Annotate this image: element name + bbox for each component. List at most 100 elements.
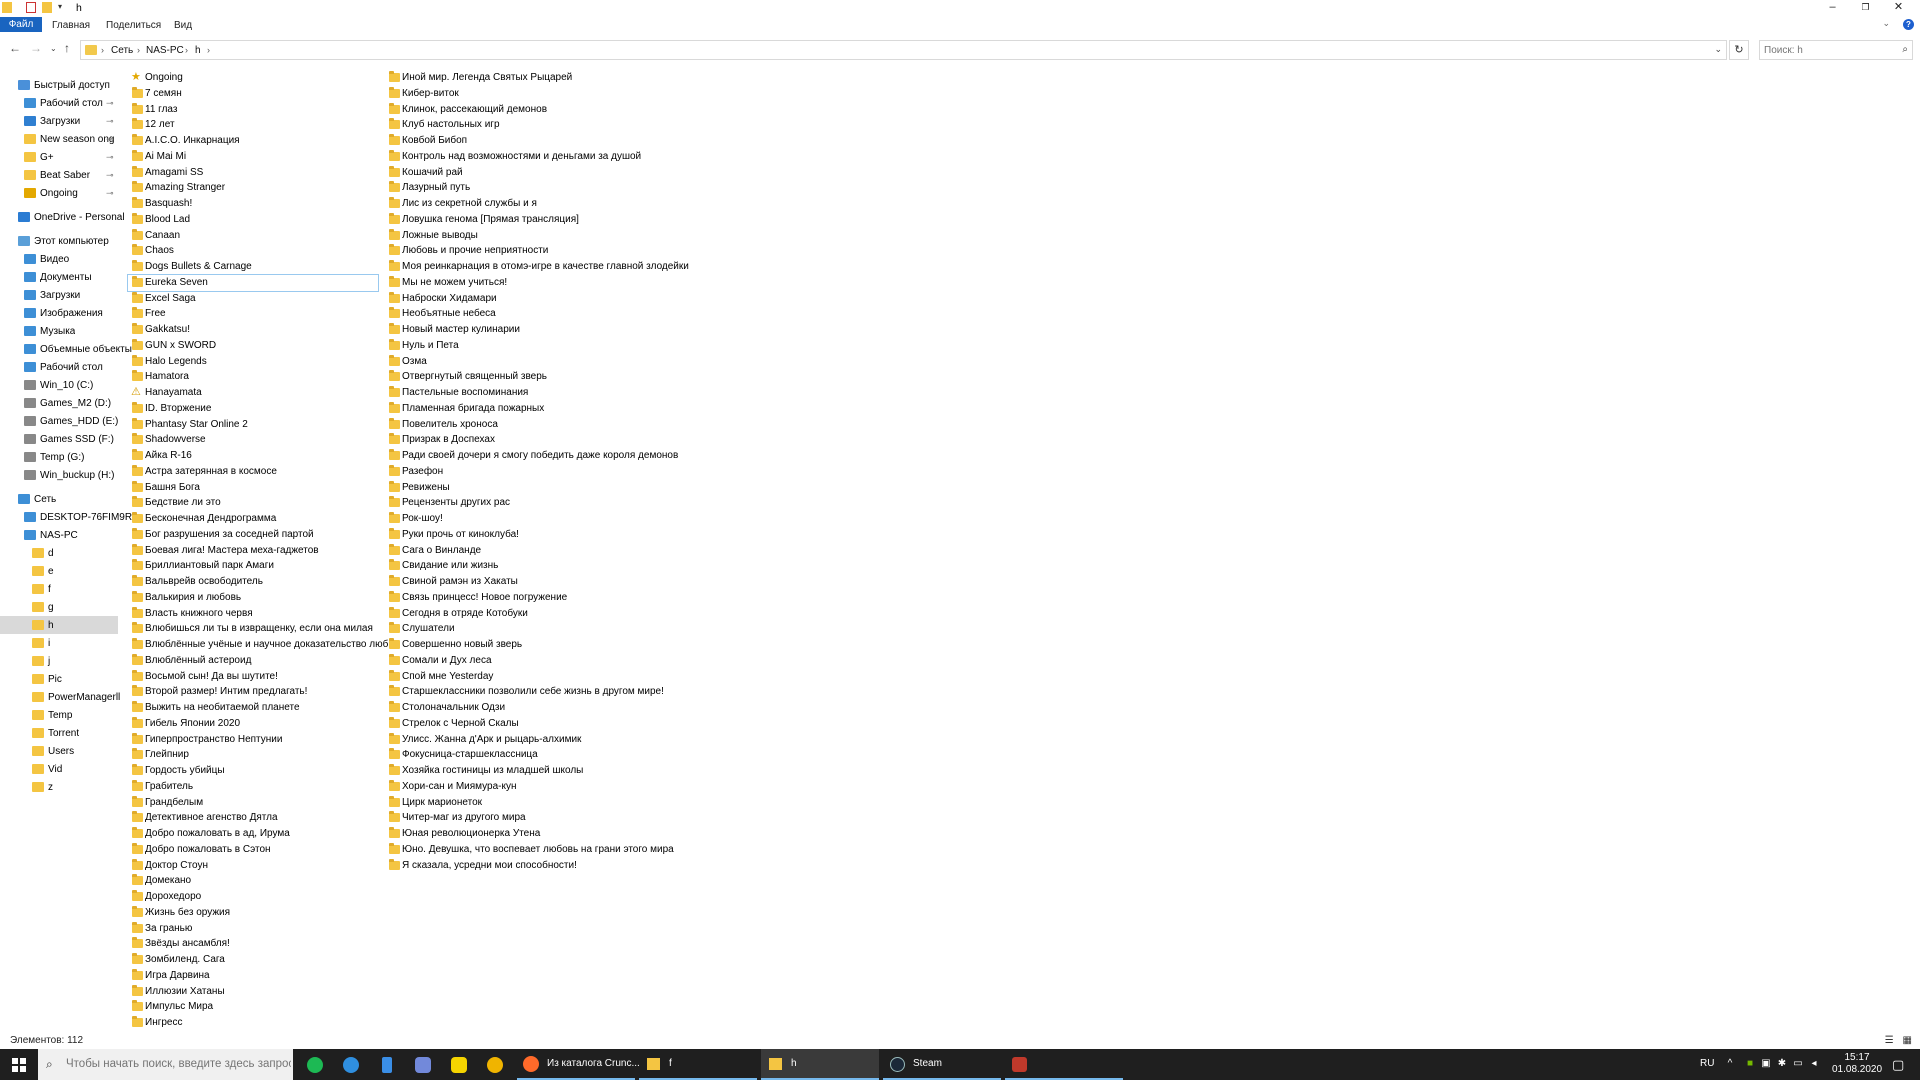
nav-quick-item[interactable]: Рабочий стол xyxy=(24,95,103,112)
search-box[interactable]: ⌕ xyxy=(1759,40,1913,60)
nav-quick-access[interactable]: Быстрый доступ xyxy=(18,77,110,94)
tray-chevron-up-icon[interactable]: ^ xyxy=(1724,1058,1736,1070)
properties-icon[interactable] xyxy=(26,2,36,13)
folder-item[interactable]: Зомбиленд. Сага xyxy=(128,952,399,968)
taskbar-window-h[interactable]: h xyxy=(761,1049,879,1080)
folder-item[interactable]: Юная революционерка Утена xyxy=(385,826,689,842)
folder-item[interactable]: Импульс Мира xyxy=(128,999,399,1015)
taskbar-window-firefox[interactable]: Из каталога Crunc... xyxy=(517,1049,640,1080)
folder-item[interactable]: Власть книжного червя xyxy=(128,606,399,622)
nav-this-pc[interactable]: Этот компьютер xyxy=(18,233,109,250)
nav-pc-item[interactable]: Games_M2 (D:) xyxy=(24,395,111,412)
folder-item[interactable]: Excel Saga xyxy=(128,291,399,307)
recent-locations-icon[interactable]: ⌄ xyxy=(50,44,57,53)
volume-icon[interactable]: ◂ xyxy=(1808,1058,1820,1070)
pin-icon[interactable]: ⊸ xyxy=(106,170,114,181)
folder-item[interactable]: Ai Mai Mi xyxy=(128,149,399,165)
folder-item[interactable]: Игра Дарвина xyxy=(128,968,399,984)
nav-nas-folder[interactable]: h xyxy=(32,617,54,634)
folder-item[interactable]: Хозяйка гостиницы из младшей школы xyxy=(385,763,689,779)
folder-item[interactable]: Я сказала, усредни мои способности! xyxy=(385,858,689,874)
nav-nas-folder[interactable]: g xyxy=(32,599,54,616)
help-icon[interactable]: ? xyxy=(1903,19,1914,30)
nav-pc-item[interactable]: Win_10 (C:) xyxy=(24,377,93,394)
folder-item[interactable]: Chaos xyxy=(128,243,399,259)
pin-icon[interactable]: ⊸ xyxy=(106,188,114,199)
folder-item[interactable]: ★ Ongoing xyxy=(128,70,399,86)
folder-item[interactable]: Лис из секретной службы и я xyxy=(385,196,689,212)
nav-network-item[interactable]: DESKTOP-76FIM9R xyxy=(24,509,132,526)
folder-item[interactable]: Влюблённый астероид xyxy=(128,653,399,669)
folder-item[interactable]: Сага о Винланде xyxy=(385,543,689,559)
folder-item[interactable]: Клуб настольных игр xyxy=(385,117,689,133)
folder-item[interactable]: Нуль и Пета xyxy=(385,338,689,354)
folder-item[interactable]: 7 семян xyxy=(128,86,399,102)
tab-share[interactable]: Поделиться xyxy=(106,20,161,31)
nav-nas-folder[interactable]: e xyxy=(32,563,54,580)
folder-item[interactable]: Ловушка генома [Прямая трансляция] xyxy=(385,212,689,228)
folder-item[interactable]: Ложные выводы xyxy=(385,228,689,244)
folder-item[interactable]: 11 глаз xyxy=(128,102,399,118)
search-input[interactable] xyxy=(1764,45,1894,56)
discord-icon[interactable] xyxy=(409,1053,437,1076)
folder-item[interactable]: Боевая лига! Мастера меха-гаджетов xyxy=(128,543,399,559)
folder-item[interactable]: A.I.C.O. Инкарнация xyxy=(128,133,399,149)
nav-pc-item[interactable]: Games SSD (F:) xyxy=(24,431,114,448)
folder-item[interactable]: Свидание или жизнь xyxy=(385,558,689,574)
folder-item[interactable]: Новый мастер кулинарии xyxy=(385,322,689,338)
folder-item[interactable]: Айка R-16 xyxy=(128,448,399,464)
folder-item[interactable]: Hamatora xyxy=(128,369,399,385)
nav-quick-item[interactable]: New season ong xyxy=(24,131,115,148)
language-indicator[interactable]: RU xyxy=(1700,1058,1714,1069)
nav-nas-folder[interactable]: Torrent xyxy=(32,725,79,742)
nav-nas-folder[interactable]: d xyxy=(32,545,54,562)
pin-icon[interactable]: ⊸ xyxy=(106,134,114,145)
folder-item[interactable]: Добро пожаловать в Сэтон xyxy=(128,842,399,858)
taskbar-search-input[interactable] xyxy=(66,1058,291,1070)
folder-item[interactable]: Бедствие ли это xyxy=(128,495,399,511)
folder-item[interactable]: Вальврейв освободитель xyxy=(128,574,399,590)
nav-nas-folder[interactable]: f xyxy=(32,581,51,598)
nav-network-item[interactable]: NAS-PC xyxy=(24,527,78,544)
chevron-right-icon[interactable]: › xyxy=(185,45,188,55)
folder-item[interactable]: Free xyxy=(128,306,399,322)
folder-item[interactable]: ⚠ Hanayamata xyxy=(128,385,399,401)
folder-item[interactable]: Улисс. Жанна д'Арк и рыцарь-алхимик xyxy=(385,732,689,748)
folder-item[interactable]: Amazing Stranger xyxy=(128,180,399,196)
nav-nas-folder[interactable]: Temp xyxy=(32,707,72,724)
nav-nas-folder[interactable]: Vid xyxy=(32,761,62,778)
folder-icon[interactable] xyxy=(2,2,12,13)
folder-item[interactable]: Дорохедоро xyxy=(128,889,399,905)
address-bar[interactable]: › Сеть › NAS-PC › h › ⌄ xyxy=(80,40,1727,60)
folder-item[interactable]: Восьмой сын! Да вы шутите! xyxy=(128,669,399,685)
customize-toolbar-icon[interactable]: ▾ xyxy=(58,2,68,13)
nav-onedrive[interactable]: OneDrive - Personal xyxy=(18,209,125,226)
details-view-icon[interactable]: ☰ xyxy=(1885,1035,1894,1046)
folder-item[interactable]: Грандбелым xyxy=(128,795,399,811)
folder-item[interactable]: Башня Бога xyxy=(128,480,399,496)
folder-item[interactable]: Руки прочь от киноклуба! xyxy=(385,527,689,543)
nvidia-icon[interactable]: ■ xyxy=(1744,1058,1756,1070)
taskbar-window-steam[interactable]: Steam xyxy=(883,1049,1001,1080)
breadcrumb-network[interactable]: Сеть xyxy=(111,45,133,56)
folder-item[interactable]: Юно. Девушка, что воспевает любовь на гр… xyxy=(385,842,689,858)
nav-nas-folder[interactable]: j xyxy=(32,653,50,670)
spotify-icon[interactable] xyxy=(301,1053,329,1076)
nav-pc-item[interactable]: Музыка xyxy=(24,323,75,340)
up-arrow-icon[interactable]: ↑ xyxy=(64,41,70,55)
nav-nas-folder[interactable]: i xyxy=(32,635,50,652)
folder-item[interactable]: Фокусница-старшеклассница xyxy=(385,747,689,763)
nav-quick-item[interactable]: G+ xyxy=(24,149,54,166)
refresh-button[interactable]: ↻ xyxy=(1729,40,1749,60)
folder-item[interactable]: ID. Вторжение xyxy=(128,401,399,417)
folder-item[interactable]: Бесконечная Дендрограмма xyxy=(128,511,399,527)
folder-item[interactable]: Клинок, рассекающий демонов xyxy=(385,102,689,118)
new-folder-icon[interactable] xyxy=(42,2,52,13)
tray-app-icon[interactable]: ▣ xyxy=(1760,1058,1772,1070)
folder-item[interactable]: Лазурный путь xyxy=(385,180,689,196)
folder-item[interactable]: 12 лет xyxy=(128,117,399,133)
folder-item[interactable]: Halo Legends xyxy=(128,354,399,370)
nav-pc-item[interactable]: Видео xyxy=(24,251,69,268)
folder-item[interactable]: Eureka Seven xyxy=(127,273,379,292)
tab-file[interactable]: Файл xyxy=(0,17,42,32)
